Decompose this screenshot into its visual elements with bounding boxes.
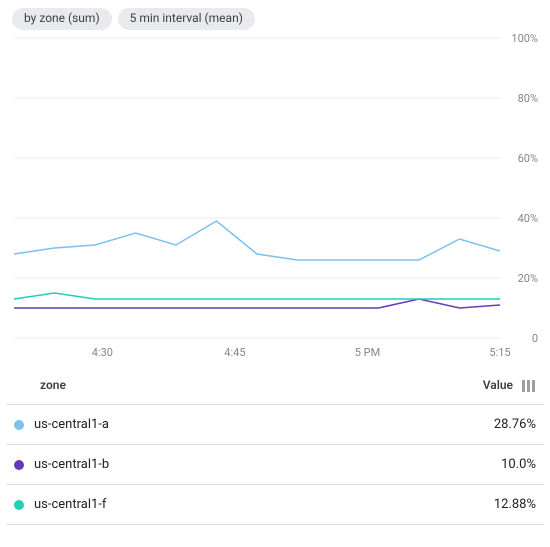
filter-chips: by zone (sum) 5 min interval (mean): [12, 8, 544, 30]
zone-value: 10.0%: [338, 445, 544, 485]
chip-aggregation[interactable]: by zone (sum): [12, 8, 112, 30]
svg-text:40%: 40%: [518, 212, 538, 225]
svg-text:60%: 60%: [518, 152, 538, 165]
zone-name: us-central1-b: [34, 457, 109, 472]
svg-text:4:45: 4:45: [224, 346, 245, 359]
svg-text:100%: 100%: [511, 32, 538, 45]
line-chart: 100% 80% 60% 40% 20% 0 4:30 4:45 5 PM 5:15: [6, 32, 544, 362]
svg-text:5 PM: 5 PM: [355, 346, 380, 359]
zone-value: 28.76%: [338, 405, 544, 445]
col-header-value[interactable]: Value: [338, 366, 544, 405]
series-color-dot: [14, 460, 24, 470]
svg-text:4:30: 4:30: [92, 346, 113, 359]
series-color-dot: [14, 420, 24, 430]
svg-text:20%: 20%: [518, 272, 538, 285]
legend-table: zone Value us-central1-a28.76%us-central…: [6, 366, 544, 525]
zone-value: 12.88%: [338, 485, 544, 525]
series-color-dot: [14, 500, 24, 510]
zone-name: us-central1-f: [34, 497, 106, 512]
table-row[interactable]: us-central1-f 12.88%: [6, 485, 544, 525]
svg-text:0: 0: [532, 332, 538, 345]
table-row[interactable]: us-central1-b 10.0%: [6, 445, 544, 485]
chip-interval[interactable]: 5 min interval (mean): [118, 8, 255, 30]
svg-text:5:15: 5:15: [489, 346, 510, 359]
table-row[interactable]: us-central1-a 28.76%: [6, 405, 544, 445]
zone-name: us-central1-a: [34, 417, 109, 432]
col-header-zone[interactable]: zone: [6, 366, 338, 405]
column-settings-icon[interactable]: [522, 380, 536, 392]
svg-text:80%: 80%: [518, 92, 538, 105]
